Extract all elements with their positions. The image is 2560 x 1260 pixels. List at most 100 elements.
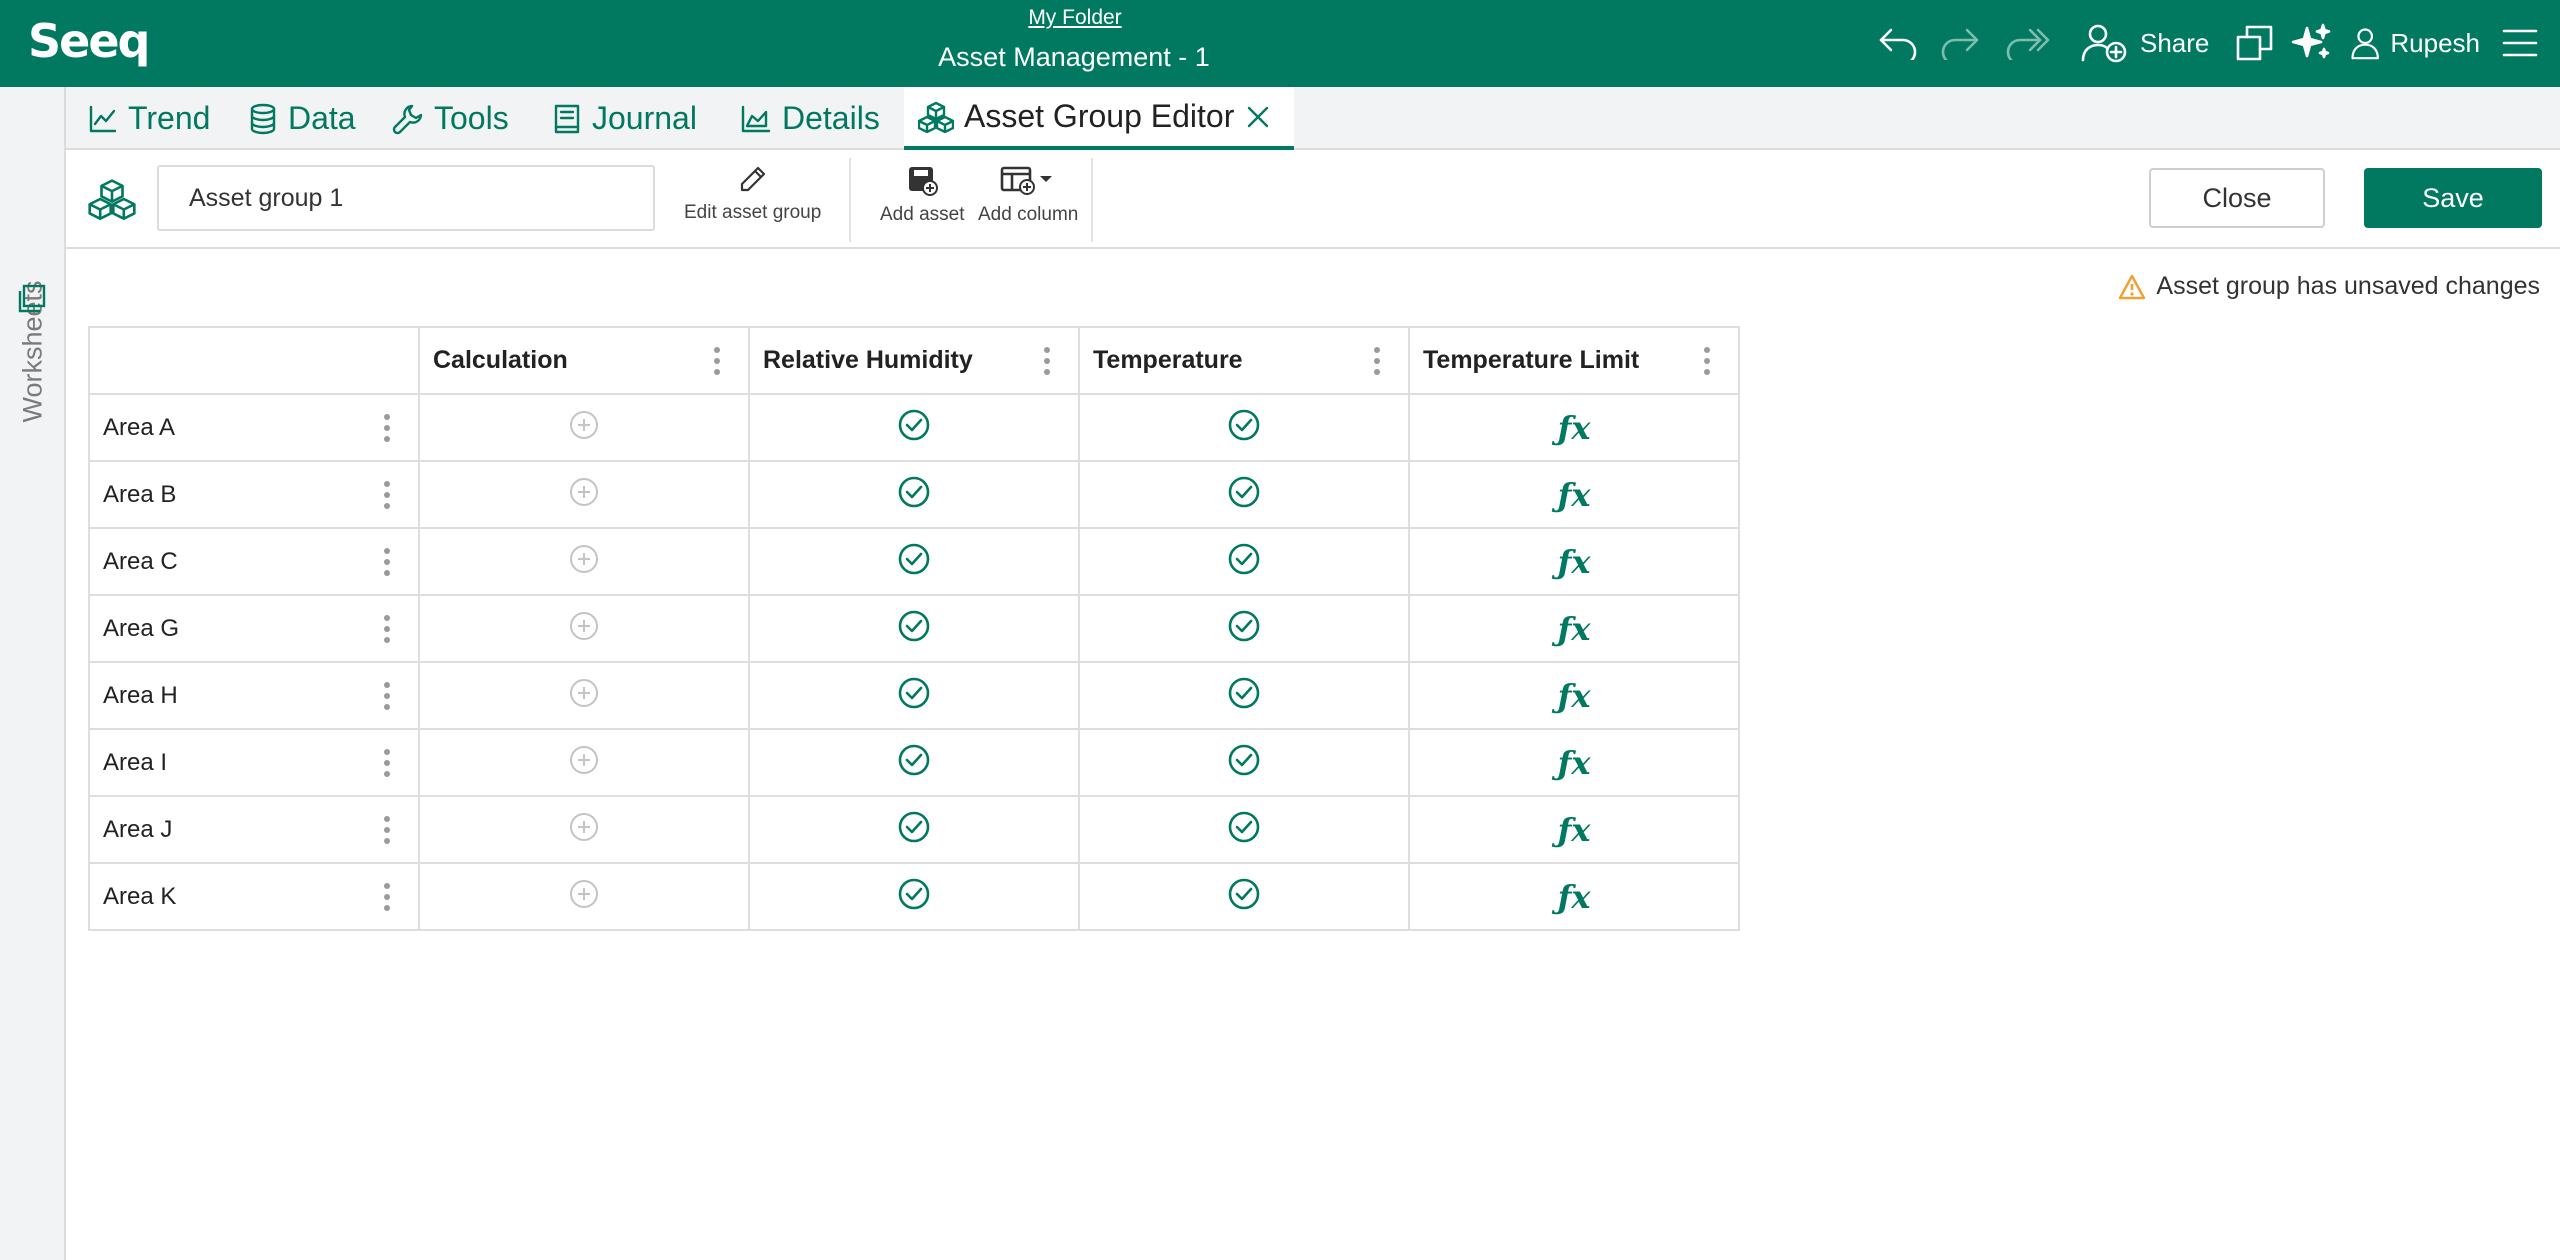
check-circle-icon[interactable] — [897, 676, 931, 710]
check-circle-icon[interactable] — [897, 810, 931, 844]
table-cell[interactable]: ƒx — [1408, 728, 1740, 797]
tab-details[interactable]: Details — [740, 87, 880, 150]
row-menu-icon[interactable] — [384, 413, 390, 442]
column-menu-icon[interactable] — [1374, 346, 1380, 375]
close-tab-icon[interactable] — [1246, 105, 1270, 129]
tab-trend[interactable]: Trend — [88, 87, 210, 150]
edit-asset-group-button[interactable]: Edit asset group — [684, 164, 821, 224]
table-cell[interactable]: ƒx — [1408, 527, 1740, 596]
user-menu[interactable]: Rupesh — [2350, 20, 2480, 66]
redo-icon[interactable] — [1938, 20, 1982, 66]
check-circle-icon[interactable] — [897, 475, 931, 509]
column-header-calculation[interactable]: Calculation — [418, 326, 750, 395]
worksheets-rail[interactable]: Worksheets — [0, 87, 66, 1260]
table-cell[interactable]: ƒx — [1408, 795, 1740, 864]
table-cell[interactable]: ƒx — [1408, 460, 1740, 529]
asset-name-cell[interactable]: Area A — [88, 393, 420, 462]
formula-icon[interactable]: ƒx — [1558, 811, 1591, 849]
table-cell[interactable]: ƒx — [1408, 661, 1740, 730]
check-circle-icon[interactable] — [897, 877, 931, 911]
table-cell[interactable] — [748, 393, 1080, 462]
check-circle-icon[interactable] — [1227, 542, 1261, 576]
add-circle-icon[interactable] — [568, 476, 600, 508]
formula-icon[interactable]: ƒx — [1558, 476, 1591, 514]
table-cell[interactable] — [748, 661, 1080, 730]
row-menu-icon[interactable] — [384, 480, 390, 509]
table-cell[interactable] — [1078, 460, 1410, 529]
check-circle-icon[interactable] — [897, 743, 931, 777]
row-menu-icon[interactable] — [384, 748, 390, 777]
sparkle-icon[interactable] — [2290, 20, 2334, 66]
redo-all-icon[interactable] — [2004, 20, 2052, 66]
table-cell[interactable] — [1078, 862, 1410, 931]
column-menu-icon[interactable] — [1704, 346, 1710, 375]
column-menu-icon[interactable] — [1044, 346, 1050, 375]
table-cell[interactable] — [418, 460, 750, 529]
table-cell[interactable] — [418, 393, 750, 462]
add-column-button[interactable]: Add column — [978, 164, 1078, 226]
close-button[interactable]: Close — [2149, 168, 2325, 228]
check-circle-icon[interactable] — [1227, 609, 1261, 643]
row-menu-icon[interactable] — [384, 614, 390, 643]
column-header-temperature-limit[interactable]: Temperature Limit — [1408, 326, 1740, 395]
formula-icon[interactable]: ƒx — [1558, 677, 1591, 715]
asset-name-cell[interactable]: Area B — [88, 460, 420, 529]
add-circle-icon[interactable] — [568, 543, 600, 575]
column-header-temperature[interactable]: Temperature — [1078, 326, 1410, 395]
folder-breadcrumb-link[interactable]: My Folder — [0, 6, 2150, 30]
add-circle-icon[interactable] — [568, 744, 600, 776]
asset-name-cell[interactable]: Area G — [88, 594, 420, 663]
formula-icon[interactable]: ƒx — [1558, 744, 1591, 782]
table-cell[interactable] — [748, 594, 1080, 663]
check-circle-icon[interactable] — [1227, 743, 1261, 777]
row-menu-icon[interactable] — [384, 882, 390, 911]
table-cell[interactable] — [1078, 795, 1410, 864]
add-circle-icon[interactable] — [568, 677, 600, 709]
table-cell[interactable] — [418, 728, 750, 797]
check-circle-icon[interactable] — [897, 408, 931, 442]
table-cell[interactable] — [418, 527, 750, 596]
tab-data[interactable]: Data — [248, 87, 356, 150]
worksheet-copy-icon[interactable] — [2233, 20, 2277, 66]
share-button[interactable]: Share — [2080, 20, 2220, 66]
table-cell[interactable] — [418, 862, 750, 931]
table-cell[interactable] — [748, 527, 1080, 596]
tab-asset-group-editor[interactable]: Asset Group Editor — [904, 87, 1295, 150]
table-cell[interactable] — [418, 594, 750, 663]
tab-journal[interactable]: Journal — [552, 87, 697, 150]
table-cell[interactable]: ƒx — [1408, 594, 1740, 663]
workbook-title[interactable]: Asset Management - 1 — [0, 42, 2148, 73]
row-menu-icon[interactable] — [384, 547, 390, 576]
table-cell[interactable] — [748, 728, 1080, 797]
table-cell[interactable]: ƒx — [1408, 393, 1740, 462]
check-circle-icon[interactable] — [1227, 676, 1261, 710]
table-cell[interactable] — [1078, 594, 1410, 663]
add-circle-icon[interactable] — [568, 409, 600, 441]
table-cell[interactable] — [1078, 393, 1410, 462]
asset-name-cell[interactable]: Area J — [88, 795, 420, 864]
hamburger-menu-icon[interactable] — [2498, 20, 2542, 66]
table-cell[interactable] — [1078, 728, 1410, 797]
table-cell[interactable] — [748, 795, 1080, 864]
asset-name-cell[interactable]: Area K — [88, 862, 420, 931]
worksheets-icon[interactable] — [16, 283, 48, 320]
row-menu-icon[interactable] — [384, 681, 390, 710]
save-button[interactable]: Save — [2364, 168, 2542, 228]
formula-icon[interactable]: ƒx — [1558, 409, 1591, 447]
table-cell[interactable] — [1078, 661, 1410, 730]
table-cell[interactable] — [748, 460, 1080, 529]
asset-group-name-input[interactable] — [157, 165, 655, 231]
undo-icon[interactable] — [1876, 20, 1920, 66]
column-header-relative-humidity[interactable]: Relative Humidity — [748, 326, 1080, 395]
formula-icon[interactable]: ƒx — [1558, 878, 1591, 916]
add-asset-button[interactable]: Add asset — [880, 164, 965, 226]
table-cell[interactable]: ƒx — [1408, 862, 1740, 931]
table-cell[interactable] — [418, 661, 750, 730]
add-circle-icon[interactable] — [568, 811, 600, 843]
check-circle-icon[interactable] — [1227, 475, 1261, 509]
table-cell[interactable] — [748, 862, 1080, 931]
table-cell[interactable] — [1078, 527, 1410, 596]
check-circle-icon[interactable] — [1227, 408, 1261, 442]
add-circle-icon[interactable] — [568, 610, 600, 642]
check-circle-icon[interactable] — [1227, 877, 1261, 911]
